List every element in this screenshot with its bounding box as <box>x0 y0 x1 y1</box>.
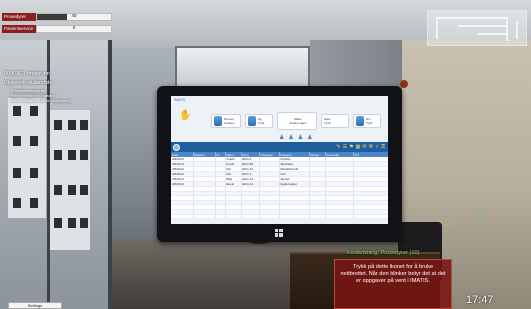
card-sub: Tyrik <box>366 121 373 125</box>
avatar <box>248 116 256 126</box>
minimap-wall <box>436 17 506 19</box>
card-sub: Anders Hjem <box>289 121 307 125</box>
flag-icon[interactable]: ⚑ <box>349 143 353 151</box>
home-button[interactable] <box>173 143 180 151</box>
minimap-wall <box>516 21 518 39</box>
table-cell <box>193 214 216 220</box>
outside-building <box>8 98 46 218</box>
app-name: IMATIS <box>174 98 186 102</box>
task-subtitle: Utgående studerende <box>4 80 53 86</box>
contact-card[interactable]: Hjj Tyrik <box>245 114 273 128</box>
bar-value: 0 <box>72 25 76 30</box>
bar-procedures: Prosedyrer 40 <box>2 12 112 22</box>
person-icon[interactable]: ♟ <box>298 134 303 141</box>
edit-icon[interactable]: ✎ <box>336 143 340 151</box>
app-toolbar: ✎ ☰ ⚑ ▦ ✉ ⚒ ✓ ⚿ <box>171 142 388 152</box>
outside-building-2 <box>50 110 90 250</box>
tablet-screen[interactable]: IMATIS ✋ Nomen Lindsen Hjj Tyrik Møter Ande… <box>171 96 388 224</box>
list-icon[interactable]: ☰ <box>343 143 347 151</box>
bar-label: Prosedyrer <box>2 13 36 21</box>
minimap-wall <box>436 17 438 39</box>
person-icon[interactable]: ♟ <box>279 134 284 141</box>
task-item: +Hent medisiner til pasient <box>10 94 55 98</box>
waypoint-dot <box>478 212 482 216</box>
contact-card[interactable]: Hjem Tyrik <box>321 114 349 128</box>
game-clock: 17:47 <box>466 294 494 306</box>
table-cell <box>325 214 354 220</box>
hand-icon[interactable]: ✋ <box>179 110 191 121</box>
contact-card[interactable]: Hm Tyrik <box>353 114 381 128</box>
minimap-wall <box>458 25 508 27</box>
person-icon[interactable]: ♟ <box>307 134 312 141</box>
avatar <box>214 116 222 126</box>
table-cell <box>215 214 226 220</box>
check-icon[interactable]: ✓ <box>375 143 379 151</box>
contact-card[interactable]: Nomen Lindsen <box>211 114 241 128</box>
waypoint-dot <box>446 222 450 226</box>
app-header: IMATIS ✋ Nomen Lindsen Hjj Tyrik Møter Ande… <box>171 96 388 142</box>
mail-icon[interactable]: ✉ <box>362 143 366 151</box>
bar-value: 40 <box>71 13 77 18</box>
task-table: Dato Pasient Kl. Navn Rom Oppgave Katego… <box>171 152 388 220</box>
toolbar-icons: ✎ ☰ ⚑ ▦ ✉ ⚒ ✓ ⚿ <box>336 143 385 151</box>
table-cell <box>171 214 194 220</box>
minimap[interactable] <box>427 10 527 46</box>
table-cell <box>353 214 388 220</box>
task-list: 00:49/03 ringer inn Utgående studerende … <box>4 71 124 104</box>
task-item: +Pasienten ringer på <box>10 89 46 93</box>
close-tablet-button[interactable] <box>400 80 408 88</box>
task-title: 00:49/03 ringer inn <box>4 71 50 77</box>
table-row[interactable] <box>171 214 388 220</box>
tool-icon[interactable]: ⚒ <box>369 143 373 151</box>
status-bars: Prosedyrer 40 Pasientservice 0 <box>2 12 112 36</box>
grid-icon[interactable]: ▦ <box>356 143 361 151</box>
card-sub: Tyrik <box>258 121 265 125</box>
table-cell <box>225 214 242 220</box>
tablet[interactable]: IMATIS ✋ Nomen Lindsen Hjj Tyrik Møter Ande… <box>157 86 402 242</box>
lock-icon[interactable]: ⚿ <box>381 143 385 151</box>
bar-label: Pasientservice <box>2 25 36 33</box>
bar-track: 40 <box>36 13 112 21</box>
settings-button[interactable]: Settings <box>8 302 62 309</box>
table-body: 4/6/2014 Grazit EKG 6 PostOp 4/6/2014 Frank EK… <box>171 157 388 220</box>
person-icon[interactable]: ♟ <box>288 134 293 141</box>
bar-patient-service: Pasientservice 0 <box>2 24 112 34</box>
table-cell <box>309 214 326 220</box>
task-item: +Hent medisiner klar for registrering <box>10 99 71 103</box>
people-icons: ♟ ♟ ♟ ♟ <box>279 134 313 141</box>
bar-track: 0 <box>36 25 112 33</box>
table-cell <box>259 214 280 220</box>
back-window <box>175 46 310 90</box>
table-cell <box>241 214 260 220</box>
table-cell <box>279 214 310 220</box>
windows-icon[interactable] <box>275 229 283 237</box>
notification-box[interactable]: Trykk på dette ikonet for å bruke nettbr… <box>334 259 452 309</box>
notification-header: Forskrivning: Prosedyrer (10) <box>347 250 420 256</box>
notification-text: Trykk på dette ikonet for å bruke nettbr… <box>340 264 446 284</box>
card-sub: Tyrik <box>324 121 331 125</box>
contact-card-main[interactable]: Møter Anders Hjem <box>277 112 317 130</box>
card-sub: Lindsen <box>224 121 235 125</box>
minimap-wall <box>478 33 508 35</box>
avatar <box>356 116 364 126</box>
minimap-wall <box>506 17 508 41</box>
